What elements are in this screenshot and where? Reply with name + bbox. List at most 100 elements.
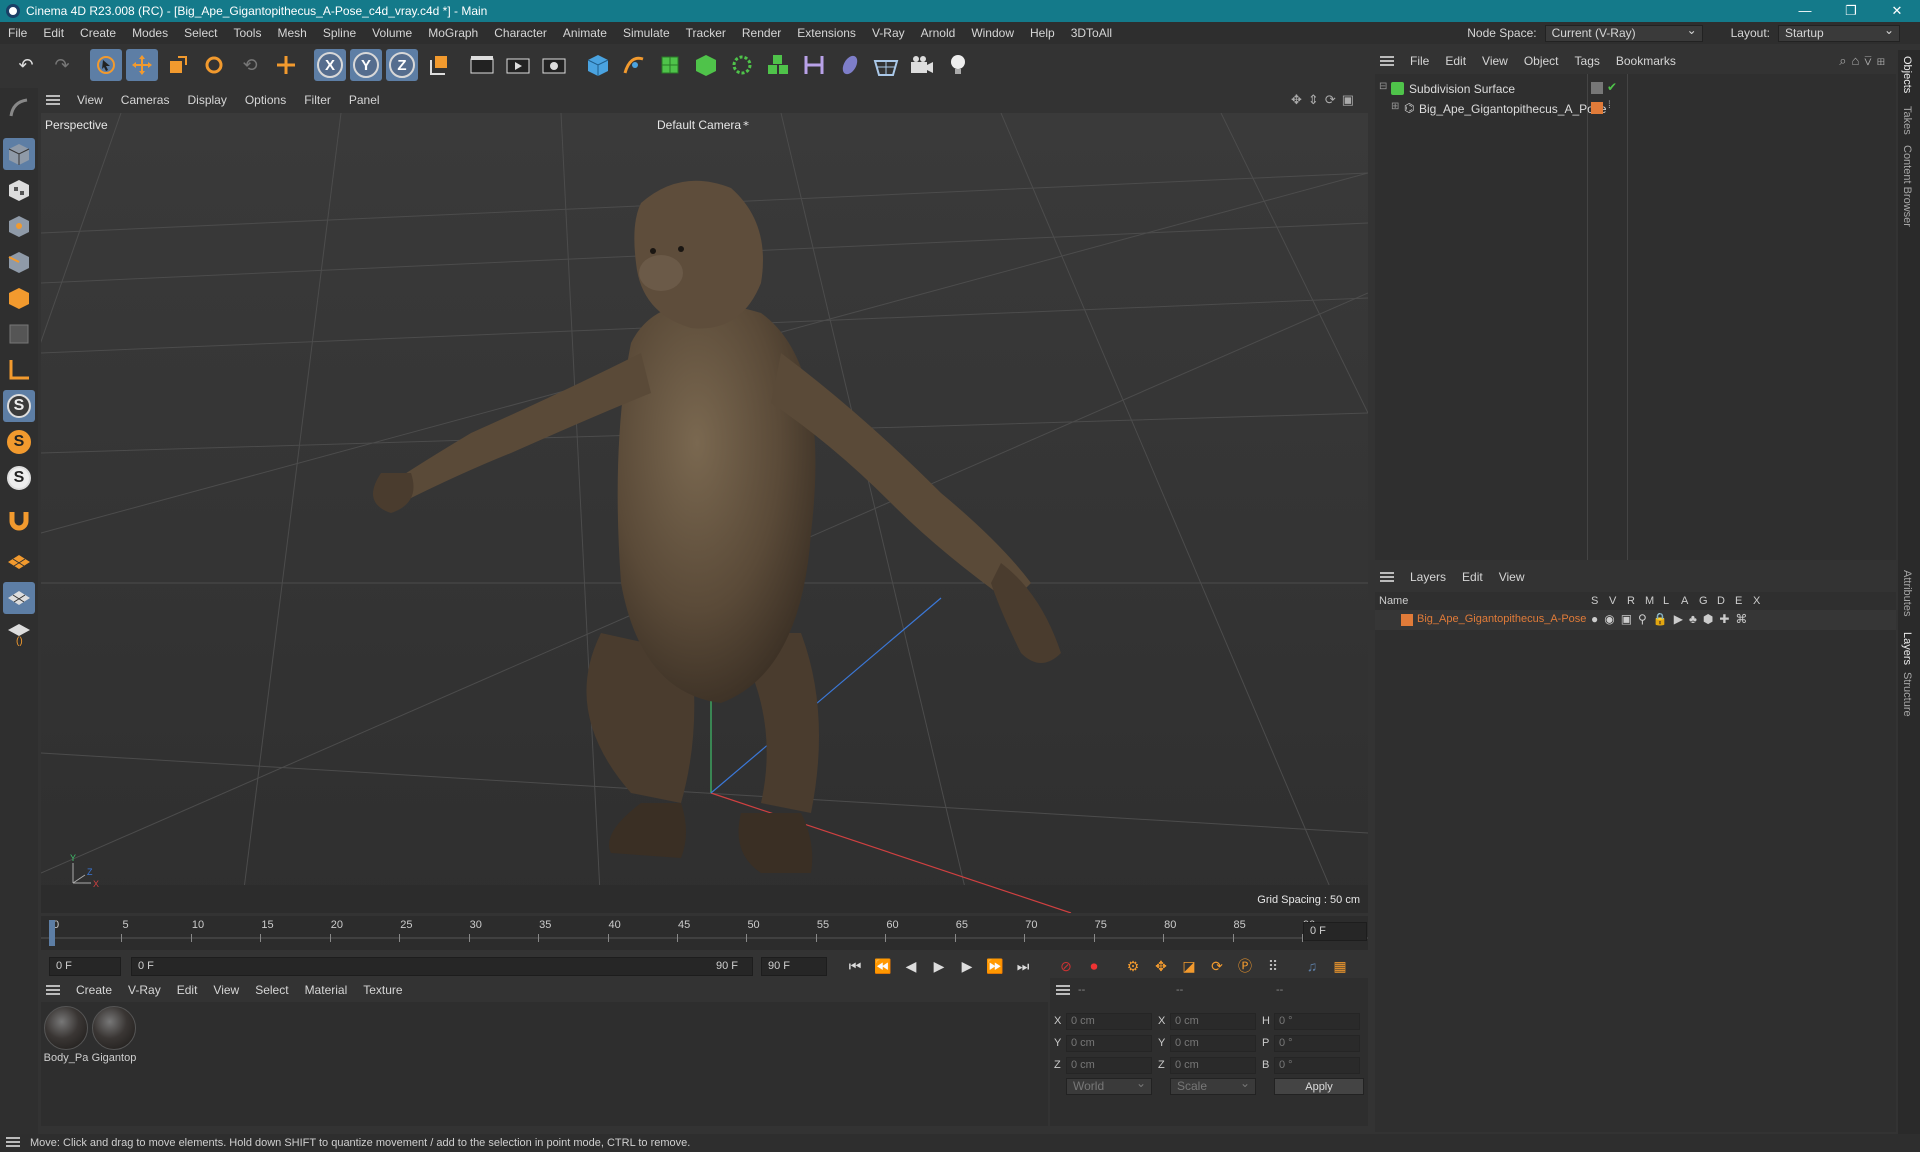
- key-rotation-icon[interactable]: ⟳: [1206, 955, 1228, 977]
- material-menu-material[interactable]: Material: [297, 983, 356, 997]
- floor-icon[interactable]: [870, 49, 902, 81]
- redo-icon[interactable]: ↷: [46, 49, 78, 81]
- y-axis-lock-icon[interactable]: Y: [350, 49, 382, 81]
- tab-takes[interactable]: Takes: [1901, 106, 1913, 135]
- next-frame-icon[interactable]: ▶: [956, 955, 978, 977]
- motion-system-icon[interactable]: ♫: [1301, 955, 1323, 977]
- coordinate-system-icon[interactable]: [422, 49, 454, 81]
- menu-mograph[interactable]: MoGraph: [420, 26, 486, 40]
- viewport-camera-label[interactable]: Default Camera: [657, 118, 741, 132]
- status-hamburger-icon[interactable]: [6, 1137, 20, 1147]
- viewport-menu-panel[interactable]: Panel: [340, 93, 389, 107]
- menu-help[interactable]: Help: [1022, 26, 1063, 40]
- collapse-icon[interactable]: ⊟: [1379, 81, 1387, 92]
- coords-hamburger-icon[interactable]: [1056, 985, 1070, 995]
- menu-character[interactable]: Character: [486, 26, 555, 40]
- workplane-snap-icon[interactable]: S: [3, 462, 35, 494]
- object-name[interactable]: Subdivision Surface: [1409, 82, 1515, 96]
- layer-toggle-icons[interactable]: ●◉▣⚲🔒▶♣⬢✚⌘: [1591, 612, 1753, 626]
- coordinate-type-dropdown[interactable]: Scale: [1170, 1076, 1256, 1095]
- menu-modes[interactable]: Modes: [124, 26, 176, 40]
- x-axis-lock-icon[interactable]: X: [314, 49, 346, 81]
- viewport-hamburger-icon[interactable]: [46, 95, 60, 105]
- layer-row[interactable]: Big_Ape_Gigantopithecus_A-Pose ●◉▣⚲🔒▶♣⬢✚…: [1375, 610, 1896, 630]
- menu-edit[interactable]: Edit: [35, 26, 72, 40]
- apply-button[interactable]: Apply: [1274, 1078, 1364, 1095]
- layer-name[interactable]: Big_Ape_Gigantopithecus_A-Pose: [1417, 613, 1586, 625]
- record-disabled-icon[interactable]: ⊘: [1055, 955, 1077, 977]
- objects-menu-object[interactable]: Object: [1516, 54, 1567, 68]
- restore-button[interactable]: ❐: [1828, 0, 1874, 22]
- playhead[interactable]: [49, 920, 55, 946]
- objects-menu-tags[interactable]: Tags: [1567, 54, 1608, 68]
- move-axis-icon[interactable]: [270, 49, 302, 81]
- viewport-menu-display[interactable]: Display: [178, 93, 235, 107]
- layers-menu-layers[interactable]: Layers: [1402, 570, 1454, 584]
- camera-link-icon[interactable]: ⁎: [743, 115, 749, 129]
- position-z-field[interactable]: 0 cm: [1066, 1057, 1152, 1074]
- locked-workplane-icon[interactable]: [3, 582, 35, 614]
- material-thumbnail[interactable]: Gigantop: [90, 1004, 138, 1064]
- make-editable-icon[interactable]: [3, 92, 35, 124]
- viewport-menu-options[interactable]: Options: [236, 93, 295, 107]
- material-thumbnail[interactable]: Body_Pa: [42, 1004, 90, 1064]
- snap-settings-icon[interactable]: S: [3, 426, 35, 458]
- magnet-icon[interactable]: [3, 504, 35, 536]
- layer-color-swatch[interactable]: [1591, 102, 1603, 114]
- live-selection-icon[interactable]: ⟲: [234, 49, 266, 81]
- objects-hamburger-icon[interactable]: [1380, 56, 1394, 66]
- autokey-icon[interactable]: ⏺: [1083, 955, 1105, 977]
- pen-spline-icon[interactable]: [618, 49, 650, 81]
- material-menu-select[interactable]: Select: [247, 983, 296, 997]
- menu-window[interactable]: Window: [963, 26, 1022, 40]
- field-icon[interactable]: [834, 49, 866, 81]
- camera-icon[interactable]: [906, 49, 938, 81]
- model-mode-icon[interactable]: [3, 138, 35, 170]
- menu-vray[interactable]: V-Ray: [864, 26, 913, 40]
- menu-3dtoall[interactable]: 3DToAll: [1063, 26, 1120, 40]
- start-frame-field[interactable]: 0 F: [49, 956, 121, 976]
- close-button[interactable]: ✕: [1874, 0, 1920, 22]
- previous-frame-icon[interactable]: ◀: [900, 955, 922, 977]
- rotation-h-field[interactable]: 0 °: [1274, 1013, 1360, 1030]
- previous-key-icon[interactable]: ⏪: [872, 955, 894, 977]
- objects-menu-bookmarks[interactable]: Bookmarks: [1608, 54, 1684, 68]
- snap-icon[interactable]: S: [3, 390, 35, 422]
- next-key-icon[interactable]: ⏩: [984, 955, 1006, 977]
- extrude-icon[interactable]: [690, 49, 722, 81]
- layer-color-swatch[interactable]: [1401, 614, 1413, 626]
- tab-layers[interactable]: Layers: [1901, 632, 1913, 665]
- keyframe-selection-icon[interactable]: ⚙: [1122, 955, 1144, 977]
- viewport-menu-filter[interactable]: Filter: [295, 93, 340, 107]
- position-x-field[interactable]: 0 cm: [1066, 1013, 1152, 1030]
- menu-tracker[interactable]: Tracker: [678, 26, 734, 40]
- viewport-menu-cameras[interactable]: Cameras: [112, 93, 179, 107]
- object-row-subdivision[interactable]: ⊟ Subdivision Surface ✔: [1375, 80, 1896, 98]
- menu-create[interactable]: Create: [72, 26, 124, 40]
- coordinate-mode-dropdown[interactable]: World: [1066, 1076, 1152, 1095]
- render-picture-viewer-icon[interactable]: [502, 49, 534, 81]
- material-menu-view[interactable]: View: [205, 983, 247, 997]
- 3d-viewport[interactable]: Perspective Default Camera ⁎ Grid Spacin…: [41, 113, 1368, 913]
- layers-menu-edit[interactable]: Edit: [1454, 570, 1491, 584]
- menu-file[interactable]: File: [0, 26, 35, 40]
- key-parameter-icon[interactable]: Ⓟ: [1234, 955, 1256, 977]
- menu-simulate[interactable]: Simulate: [615, 26, 678, 40]
- layers-menu-view[interactable]: View: [1491, 570, 1533, 584]
- edit-visibility-icon[interactable]: [1591, 82, 1603, 94]
- frame-range-slider[interactable]: 0 F 90 F: [131, 956, 753, 976]
- point-mode-icon[interactable]: [3, 210, 35, 242]
- object-row-ape[interactable]: ⊞ ⌬ Big_Ape_Gigantopithecus_A_Pose ⁞: [1375, 100, 1896, 118]
- node-space-dropdown[interactable]: Current (V-Ray): [1544, 23, 1703, 42]
- objects-menu-file[interactable]: File: [1402, 54, 1437, 68]
- polygon-mode-icon[interactable]: [3, 282, 35, 314]
- layout-dropdown[interactable]: Startup: [1778, 23, 1900, 42]
- objects-search-filter-icons[interactable]: ⌕⌂⊽⊞: [1839, 53, 1890, 69]
- planar-workplane-icon[interactable]: (): [3, 618, 35, 650]
- go-to-end-icon[interactable]: ⏭: [1012, 955, 1034, 977]
- scale-tool-icon[interactable]: [162, 49, 194, 81]
- expand-icon[interactable]: ⊞: [1391, 101, 1399, 112]
- objects-menu-edit[interactable]: Edit: [1437, 54, 1474, 68]
- rotate-tool-icon[interactable]: [198, 49, 230, 81]
- z-axis-lock-icon[interactable]: Z: [386, 49, 418, 81]
